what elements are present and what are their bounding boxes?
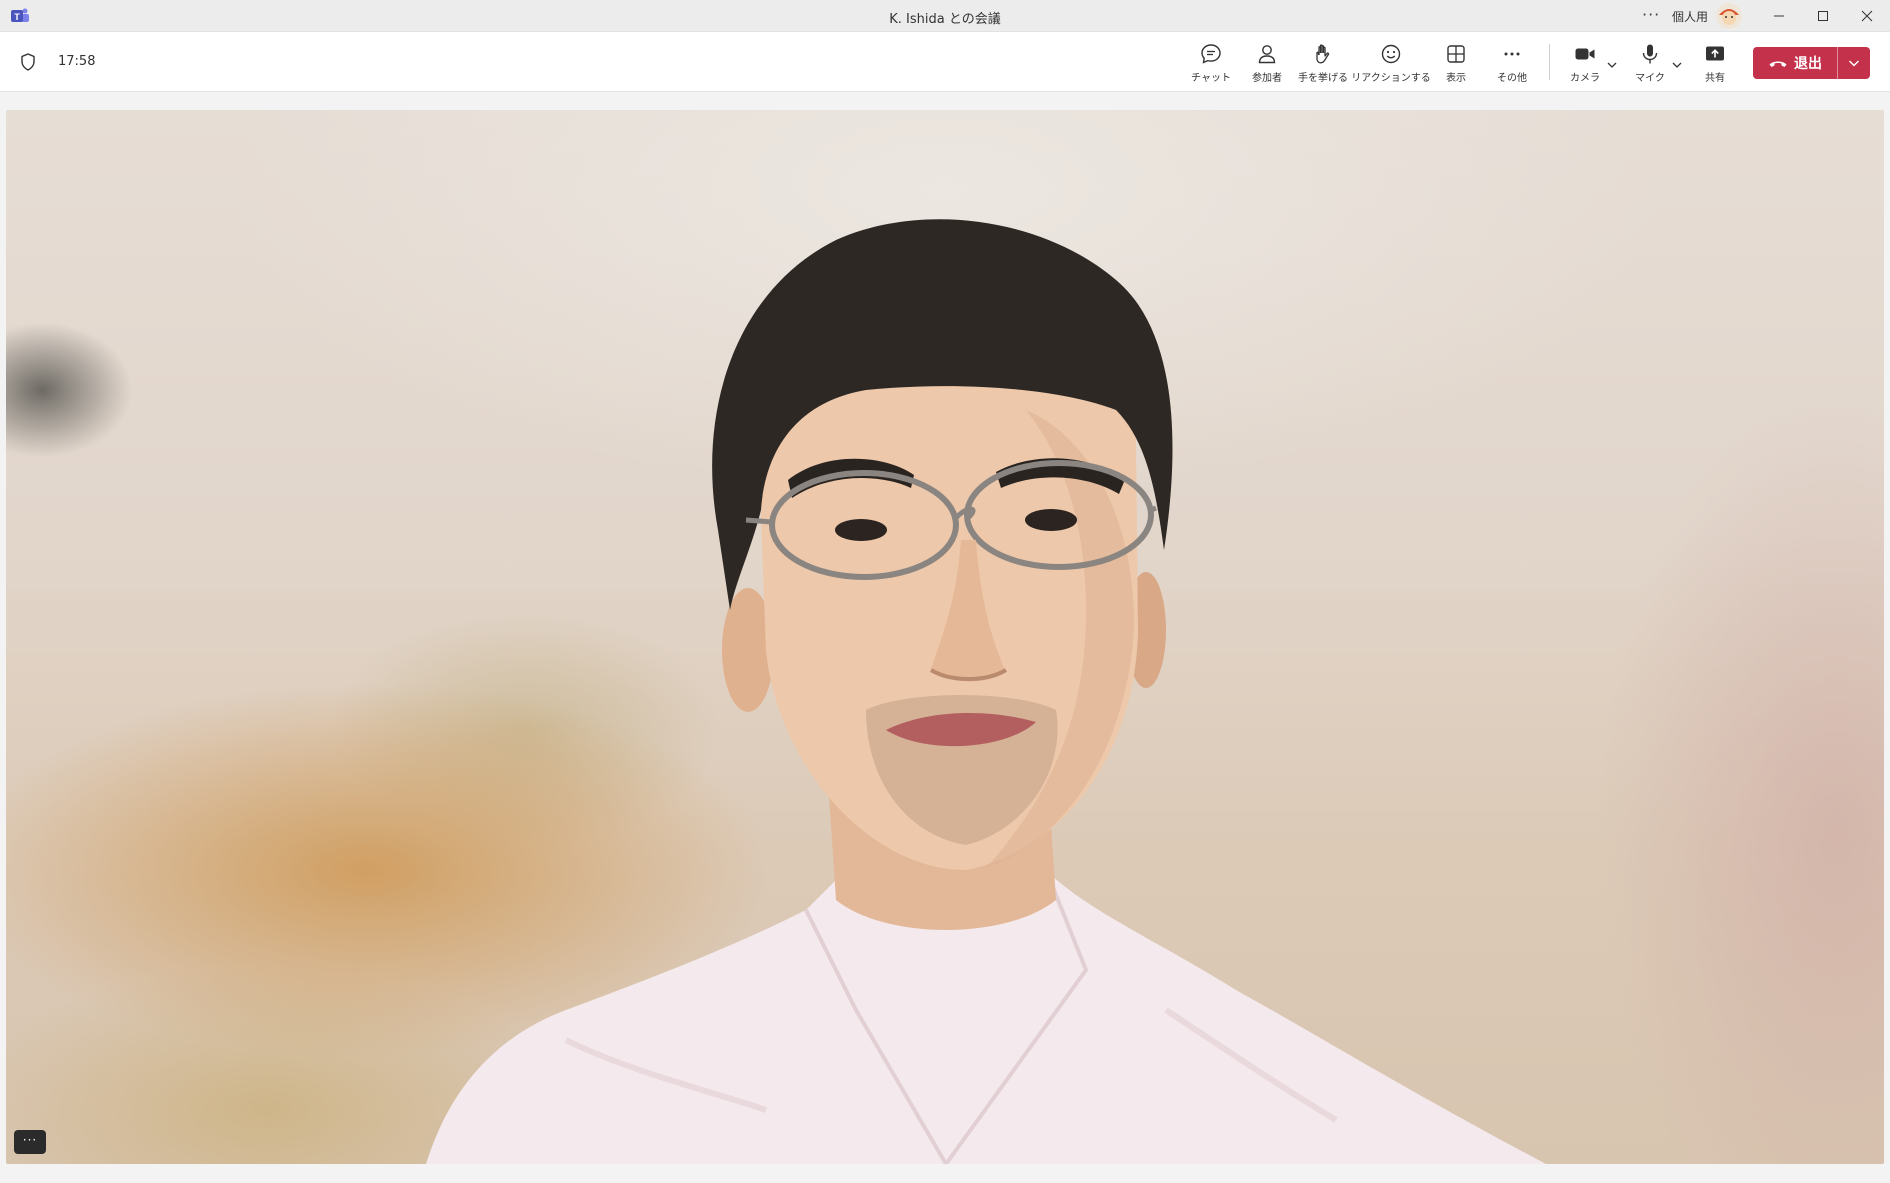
- chat-label: チャット: [1191, 73, 1231, 84]
- raise-hand-button[interactable]: 手を挙げる: [1288, 42, 1358, 84]
- maximize-icon: [1818, 11, 1828, 21]
- more-options-label: その他: [1497, 73, 1527, 84]
- camera-label: カメラ: [1570, 73, 1600, 84]
- titlebar-more-button[interactable]: ···: [1642, 5, 1660, 24]
- leave-button-group: 退出: [1753, 47, 1870, 79]
- grid-icon: [1447, 45, 1465, 63]
- react-label: リアクションする: [1351, 73, 1431, 84]
- hand-icon: [1316, 44, 1330, 64]
- microphone-icon: [1642, 44, 1658, 64]
- video-stage: ···: [6, 110, 1884, 1164]
- meeting-toolbar: 17:58 チャット 参加者 手を挙げる リアクションする 表示 その他 カメラ…: [0, 32, 1890, 92]
- more-options-button[interactable]: その他: [1477, 42, 1547, 84]
- smiley-icon: [1381, 44, 1401, 64]
- window-title: K. Ishida との会議: [889, 12, 1001, 27]
- maximize-button[interactable]: [1800, 0, 1846, 32]
- minimize-icon: [1774, 15, 1784, 17]
- meeting-timer: 17:58: [58, 54, 96, 69]
- view-label: 表示: [1446, 73, 1466, 84]
- participants-label: 参加者: [1252, 73, 1282, 84]
- phone-hangup-icon: [1769, 61, 1787, 67]
- close-icon: [1861, 10, 1873, 22]
- person-icon: [1258, 45, 1276, 64]
- video-overflow-button[interactable]: ···: [14, 1130, 46, 1154]
- shield-icon[interactable]: [20, 53, 36, 75]
- leave-options-button[interactable]: [1838, 47, 1870, 79]
- mic-label: マイク: [1635, 73, 1665, 84]
- avatar[interactable]: [1716, 3, 1742, 29]
- chat-bubble-icon: [1201, 44, 1221, 64]
- close-button[interactable]: [1844, 0, 1890, 32]
- share-label: 共有: [1705, 73, 1725, 84]
- ellipsis-icon: [1504, 52, 1520, 56]
- raise-hand-label: 手を挙げる: [1298, 73, 1348, 84]
- participant-video-feed: [426, 219, 1546, 1164]
- window-titlebar: T K. Ishida との会議 ··· 個人用: [0, 0, 1890, 32]
- video-camera-icon: [1575, 48, 1595, 60]
- share-upload-icon: [1706, 46, 1724, 61]
- chevron-down-icon: [1848, 60, 1860, 67]
- react-button[interactable]: リアクションする: [1351, 42, 1431, 84]
- profile-label[interactable]: 個人用: [1672, 8, 1708, 25]
- share-button[interactable]: 共有: [1680, 42, 1750, 84]
- minimize-button[interactable]: [1756, 0, 1802, 32]
- leave-button[interactable]: 退出: [1753, 47, 1837, 79]
- leave-label: 退出: [1794, 56, 1822, 72]
